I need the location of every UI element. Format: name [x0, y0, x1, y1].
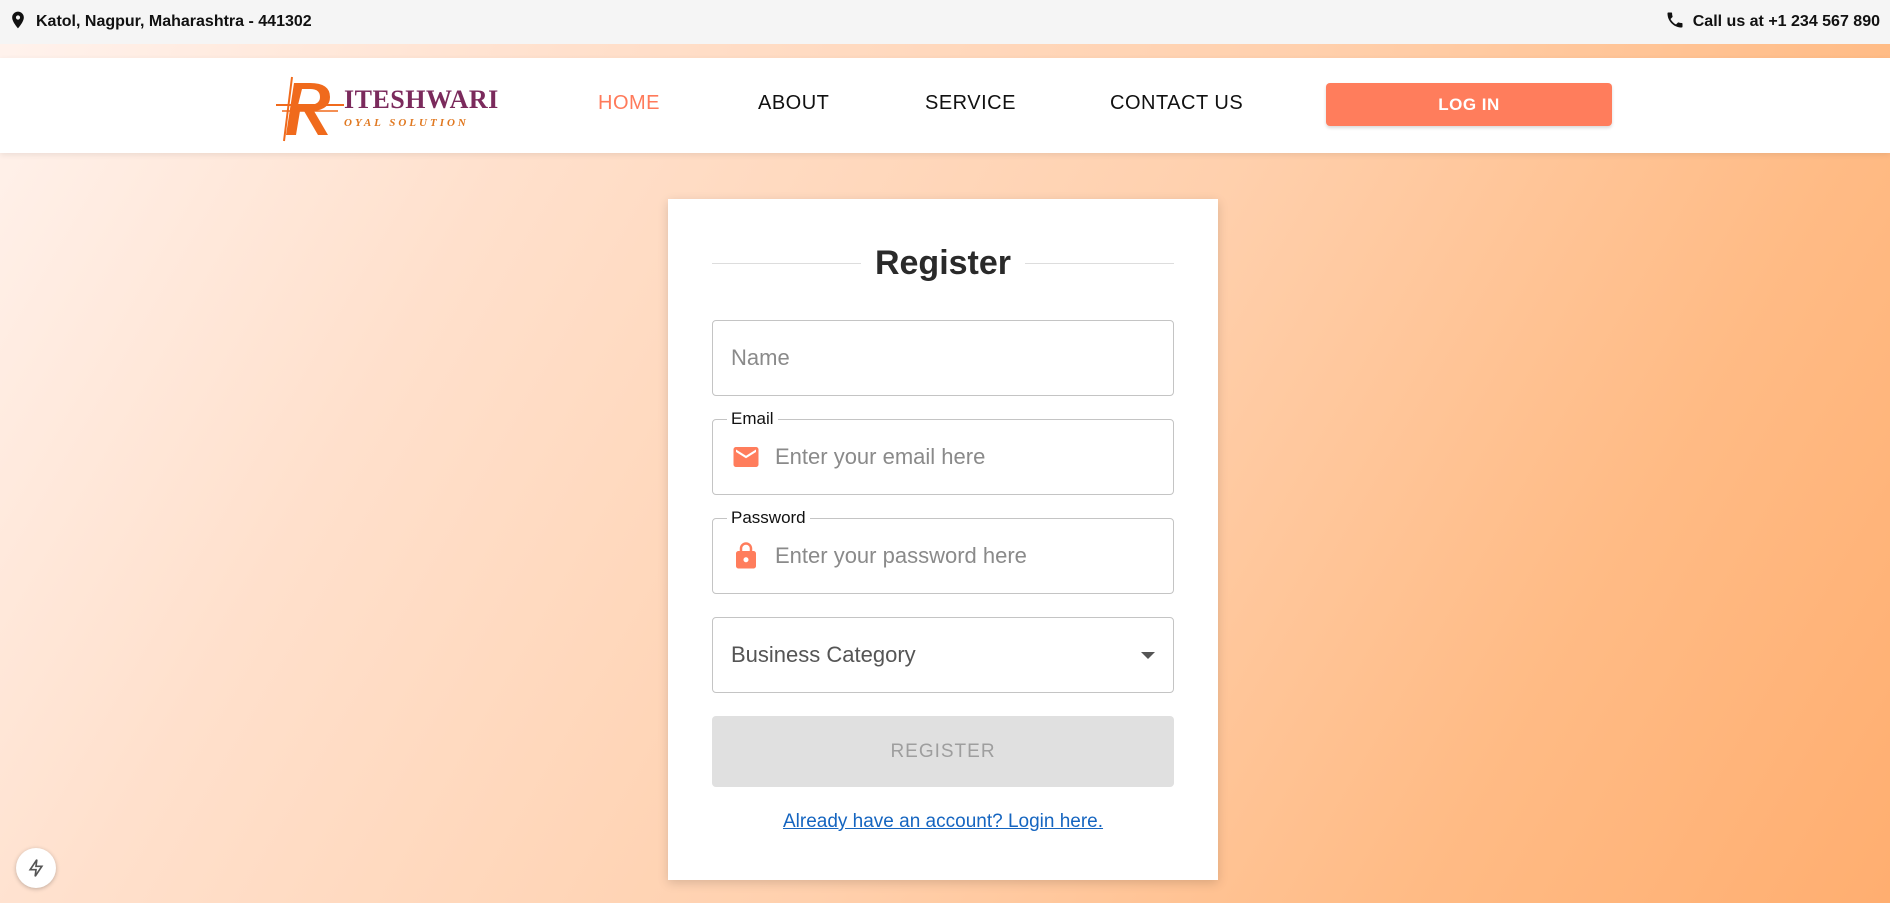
- floating-action-button[interactable]: [16, 848, 56, 888]
- logo-tagline: OYAL SOLUTION: [344, 117, 469, 129]
- title-divider-right: [1025, 262, 1174, 264]
- top-info-bar: Katol, Nagpur, Maharashtra - 441302 Call…: [0, 0, 1890, 44]
- phone-text: Call us at +1 234 567 890: [1692, 13, 1880, 30]
- nav-home[interactable]: HOME: [598, 92, 660, 115]
- name-field[interactable]: [712, 320, 1174, 396]
- login-button[interactable]: LOG IN: [1326, 83, 1612, 126]
- business-category-select[interactable]: Business Category: [712, 617, 1174, 693]
- register-button[interactable]: REGISTER: [712, 716, 1174, 787]
- password-input[interactable]: [775, 543, 1155, 569]
- password-field[interactable]: Password: [712, 508, 1174, 594]
- register-title-row: Register: [712, 243, 1174, 283]
- phone-icon: [1665, 10, 1685, 35]
- title-divider-left: [712, 262, 861, 264]
- address-text: Katol, Nagpur, Maharashtra - 441302: [36, 13, 312, 30]
- lightning-bolt-icon: [28, 859, 44, 877]
- register-title: Register: [874, 243, 1012, 282]
- login-here-link[interactable]: Already have an account? Login here.: [668, 811, 1218, 833]
- nav-about[interactable]: ABOUT: [758, 92, 829, 115]
- mail-icon: [731, 442, 761, 472]
- brand-logo[interactable]: ITESHWARI OYAL SOLUTION: [274, 75, 498, 143]
- logo-r-mark-icon: [276, 76, 344, 142]
- main-navbar: ITESHWARI OYAL SOLUTION HOME ABOUT SERVI…: [0, 58, 1890, 153]
- name-input[interactable]: [731, 345, 1155, 371]
- business-category-value: Business Category: [731, 642, 916, 667]
- email-label: Email: [727, 409, 778, 429]
- address-info: Katol, Nagpur, Maharashtra - 441302: [8, 10, 312, 35]
- email-field[interactable]: Email: [712, 409, 1174, 495]
- email-input[interactable]: [775, 444, 1155, 470]
- password-label: Password: [727, 508, 810, 528]
- chevron-down-icon: [1141, 651, 1155, 659]
- phone-info: Call us at +1 234 567 890: [1665, 10, 1880, 35]
- location-pin-icon: [8, 10, 28, 35]
- logo-wordmark: ITESHWARI: [344, 85, 499, 114]
- register-card: Register Email Password Business Categor…: [668, 199, 1218, 880]
- nav-service[interactable]: SERVICE: [925, 92, 1016, 115]
- nav-contact-us[interactable]: CONTACT US: [1110, 92, 1243, 115]
- lock-icon: [731, 541, 761, 571]
